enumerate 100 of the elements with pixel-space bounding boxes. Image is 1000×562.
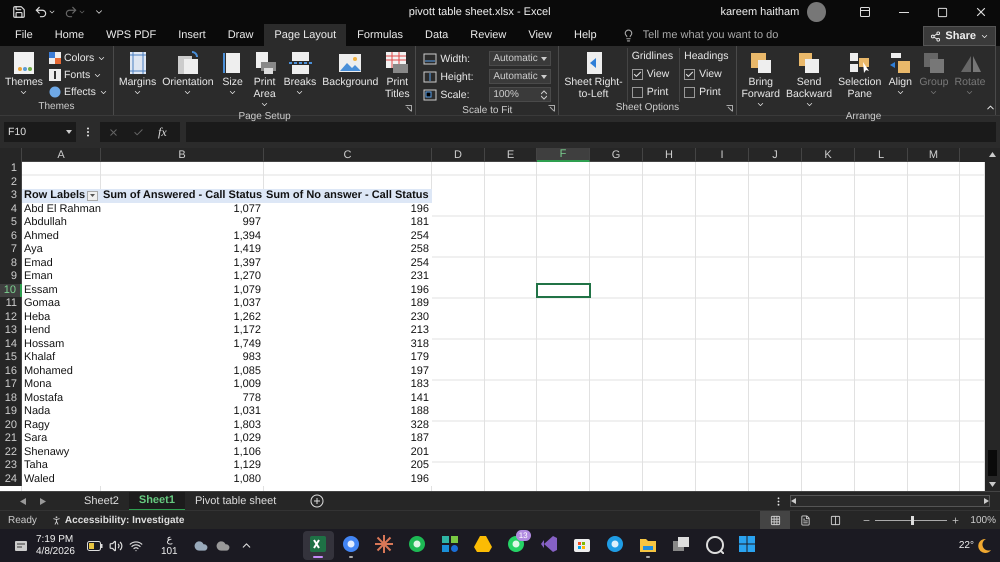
filter-button[interactable] xyxy=(87,190,98,201)
row-header[interactable]: 22 xyxy=(0,446,22,459)
ribbon-button[interactable]: Breaks xyxy=(282,48,318,99)
scroll-left-icon[interactable] xyxy=(791,498,796,504)
temperature[interactable]: 22° xyxy=(958,540,974,552)
ribbon-tab[interactable]: File xyxy=(4,24,44,46)
row-header[interactable]: 1 xyxy=(0,162,22,176)
ribbon-tab[interactable]: Insert xyxy=(167,24,217,46)
ribbon-tab[interactable]: Review xyxy=(459,24,518,46)
sheet-tab[interactable]: Sheet1 xyxy=(128,492,185,510)
row-header[interactable]: 15 xyxy=(0,351,22,364)
dialog-launcher-icon[interactable] xyxy=(548,105,556,112)
ribbon-button[interactable]: Align xyxy=(885,48,916,99)
ribbon-button[interactable]: Sheet Right- to-Left xyxy=(562,48,625,102)
ribbon-tab[interactable]: Page Layout xyxy=(264,24,346,46)
ribbon-button[interactable]: Print Area xyxy=(250,48,280,111)
row-header[interactable]: 21 xyxy=(0,432,22,446)
ribbon-button[interactable]: Fonts xyxy=(46,67,110,83)
dropdown-field[interactable]: Automatic xyxy=(489,69,552,84)
ribbon-button[interactable]: Background xyxy=(320,48,380,90)
row-header[interactable]: 24 xyxy=(0,472,22,486)
column-header[interactable]: L xyxy=(855,148,908,162)
ribbon-button[interactable]: Print Titles xyxy=(382,48,412,102)
moon-icon[interactable] xyxy=(976,538,992,554)
scroll-up-icon[interactable] xyxy=(989,152,996,157)
row-header[interactable]: 14 xyxy=(0,338,22,351)
dialog-launcher-icon[interactable] xyxy=(405,105,412,112)
row-header[interactable]: 16 xyxy=(0,364,22,378)
column-header[interactable]: A xyxy=(22,148,101,162)
next-sheet-icon[interactable] xyxy=(40,498,46,504)
checkbox[interactable] xyxy=(684,86,696,98)
redo-button[interactable] xyxy=(64,5,86,19)
cloud-icon[interactable] xyxy=(216,538,230,552)
ribbon-tab[interactable]: Help xyxy=(563,24,608,46)
normal-view-button[interactable] xyxy=(760,511,790,529)
taskbar-app-button[interactable] xyxy=(302,531,334,560)
column-header[interactable]: J xyxy=(749,148,802,162)
ribbon-tab[interactable]: Draw xyxy=(216,24,264,46)
row-header[interactable]: 18 xyxy=(0,392,22,405)
ribbon-button[interactable]: Selection Pane xyxy=(836,48,884,102)
zoom-level[interactable]: 100% xyxy=(970,514,996,526)
ribbon-tab[interactable]: Data xyxy=(414,24,460,46)
previous-sheet-icon[interactable] xyxy=(20,498,26,504)
column-header[interactable]: G xyxy=(590,148,643,162)
column-header[interactable]: H xyxy=(643,148,696,162)
cloud-icon[interactable] xyxy=(194,538,208,552)
scroll-right-icon[interactable] xyxy=(984,498,989,504)
checkbox[interactable] xyxy=(632,86,643,98)
ribbon-button[interactable]: Margins xyxy=(116,48,158,99)
sheet-tab[interactable]: Sheet2 xyxy=(74,492,129,510)
ribbon-tab[interactable]: Formulas xyxy=(346,24,414,46)
ribbon-button[interactable]: Size xyxy=(218,48,248,99)
row-header[interactable]: 17 xyxy=(0,378,22,392)
row-header[interactable]: 6 xyxy=(0,230,22,243)
scroll-down-icon[interactable] xyxy=(989,482,996,487)
row-header[interactable]: 19 xyxy=(0,405,22,418)
column-header[interactable]: I xyxy=(696,148,749,162)
column-header[interactable]: F xyxy=(537,148,590,162)
row-header[interactable]: 11 xyxy=(0,297,22,310)
add-sheet-icon[interactable] xyxy=(310,494,324,508)
column-header[interactable]: D xyxy=(432,148,485,162)
column-header[interactable]: B xyxy=(101,148,264,162)
row-header[interactable]: 2 xyxy=(0,176,22,189)
row-header[interactable]: 13 xyxy=(0,324,22,338)
zoom-thumb[interactable] xyxy=(911,516,914,524)
undo-button[interactable] xyxy=(34,5,56,19)
row-header[interactable]: 9 xyxy=(0,270,22,284)
ribbon-button[interactable]: Bring Forward xyxy=(740,48,782,111)
language-indicator[interactable]: ع xyxy=(166,534,172,546)
spinner-field[interactable]: 100% xyxy=(489,87,552,102)
row-header[interactable]: 20 xyxy=(0,418,22,432)
column-header[interactable]: E xyxy=(485,148,537,162)
accessibility-status[interactable]: Accessibility: Investigate xyxy=(64,514,184,526)
row-header[interactable]: 8 xyxy=(0,256,22,270)
battery-icon[interactable] xyxy=(86,540,103,550)
dialog-launcher-icon[interactable] xyxy=(726,105,732,112)
insert-function-button[interactable]: fx xyxy=(158,124,167,140)
avatar[interactable] xyxy=(807,2,826,22)
row-header[interactable]: 7 xyxy=(0,243,22,256)
ribbon-tab[interactable]: WPS PDF xyxy=(95,24,168,46)
autosave-icon[interactable] xyxy=(12,5,26,19)
keyboard-layout[interactable]: 101 xyxy=(160,546,178,558)
cancel-icon[interactable] xyxy=(108,126,119,138)
dropdown-field[interactable]: Automatic xyxy=(489,51,552,66)
share-button[interactable]: Share xyxy=(923,26,996,46)
clock-time[interactable]: 7:19 PM xyxy=(36,534,74,546)
zoom-in-icon[interactable] xyxy=(951,516,960,524)
ribbon-button[interactable]: Themes xyxy=(3,48,45,99)
name-box[interactable]: F10 xyxy=(4,122,76,142)
volume-icon[interactable] xyxy=(108,538,123,552)
row-header[interactable]: 12 xyxy=(0,310,22,324)
column-header[interactable]: M xyxy=(908,148,960,162)
row-header[interactable]: 23 xyxy=(0,459,22,472)
tell-me-field[interactable]: Tell me what you want to do xyxy=(640,28,841,42)
ribbon-tab[interactable]: View xyxy=(517,24,563,46)
ribbon-button[interactable]: Colors xyxy=(46,50,110,66)
column-header[interactable]: K xyxy=(802,148,855,162)
ribbon-tab[interactable]: Home xyxy=(44,24,96,46)
clock-date[interactable]: 4/8/2026 xyxy=(36,546,75,558)
row-header[interactable]: 5 xyxy=(0,216,22,230)
